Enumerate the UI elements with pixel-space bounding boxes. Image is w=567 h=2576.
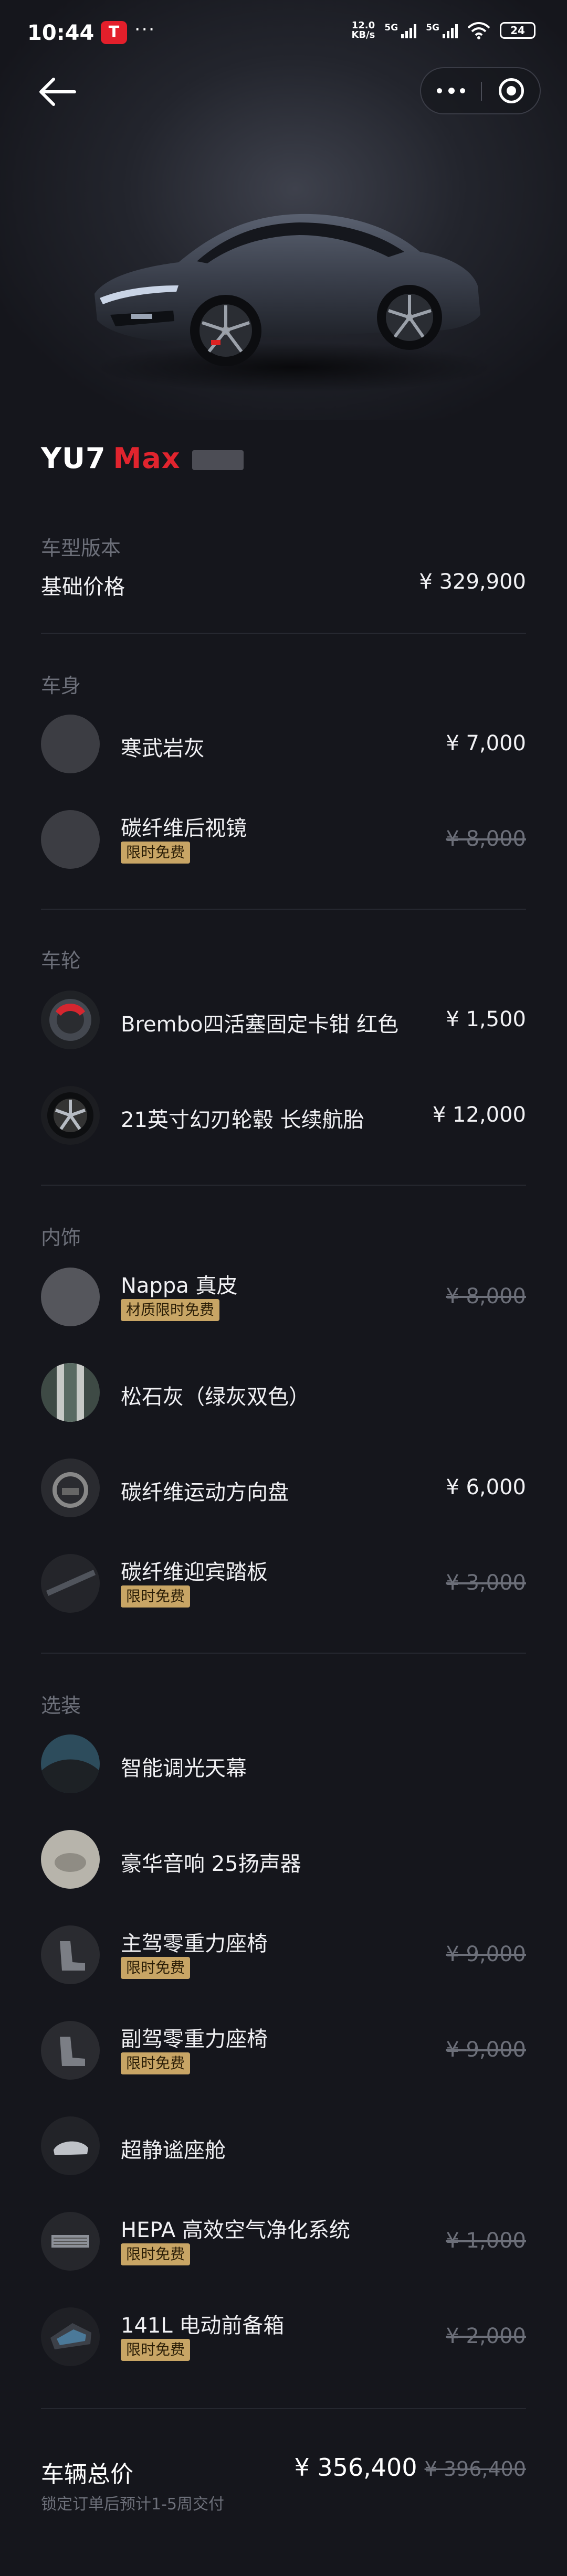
total-price-current: ¥ 356,400: [294, 2453, 417, 2482]
car-illustration: [94, 214, 494, 392]
section-title-version: 车型版本: [41, 537, 121, 560]
mini-program-capsule: [420, 67, 541, 114]
status-bar: 10:44 T ··· 12.0 KB/s 5G 5G 24: [0, 0, 567, 68]
signal-icon-1: 5G: [384, 23, 417, 38]
option-row-steering-wheel[interactable]: 碳纤维运动方向盘 ¥ 6,000: [41, 1459, 526, 1517]
divider: [41, 1653, 526, 1654]
option-row-driver-seat[interactable]: 主驾零重力座椅 限时免费 ¥ 9,000: [41, 1925, 526, 1984]
option-row-nappa[interactable]: Nappa 真皮 材质限时免费 ¥ 8,000: [41, 1268, 526, 1326]
total-label: 车辆总价: [41, 2461, 133, 2488]
passenger-seat-thumbnail: [41, 2021, 100, 2080]
total-price: ¥ 356,400 ¥ 396,400: [294, 2453, 526, 2482]
option-label: HEPA 高效空气净化系统: [121, 2218, 350, 2242]
delivery-note: 锁定订单后预计1-5周交付: [41, 2495, 224, 2514]
battery-icon: 24: [500, 22, 536, 39]
promo-tag: 限时免费: [121, 842, 191, 864]
option-row-passenger-seat[interactable]: 副驾零重力座椅 限时免费 ¥ 9,000: [41, 2021, 526, 2080]
section-title-options: 选装: [41, 1694, 81, 1717]
option-price: ¥ 12,000: [432, 1103, 526, 1127]
close-mini-program-button[interactable]: [482, 68, 541, 113]
option-price: ¥ 8,000: [446, 827, 526, 851]
section-title-wheels: 车轮: [41, 949, 81, 972]
app-notification-icon: T: [101, 21, 127, 44]
option-row-rims[interactable]: 21英寸幻刃轮毂 长续航胎 ¥ 12,000: [41, 1086, 526, 1145]
divider: [41, 633, 526, 634]
base-price-value: ¥ 329,900: [419, 570, 526, 594]
promo-tag: 材质限时免费: [121, 1299, 220, 1321]
status-time: 10:44: [27, 21, 94, 45]
interior-color-thumbnail: [41, 1363, 100, 1422]
option-price: ¥ 7,000: [446, 731, 526, 755]
promo-tag: 限时免费: [121, 2052, 191, 2074]
rim-thumbnail: [41, 1086, 100, 1145]
option-label: 主驾零重力座椅: [121, 1932, 268, 1956]
option-price: ¥ 1,000: [446, 2229, 526, 2253]
model-name: YU7 Max: [41, 442, 244, 475]
option-label: 豪华音响 25扬声器: [121, 1852, 301, 1876]
promo-tag: 限时免费: [121, 2339, 191, 2361]
air-filter-thumbnail: [41, 2212, 100, 2271]
total-price-original: ¥ 396,400: [424, 2457, 526, 2481]
more-options-button[interactable]: [421, 68, 481, 113]
base-price-label: 基础价格: [41, 575, 125, 599]
quiet-cabin-thumbnail: [41, 2116, 100, 2175]
option-label: 智能调光天幕: [121, 1757, 247, 1781]
base-price-row: 基础价格 ¥ 329,900: [41, 568, 526, 599]
option-row-audio[interactable]: 豪华音响 25扬声器: [41, 1830, 526, 1889]
wifi-icon: [467, 22, 490, 39]
option-price: ¥ 8,000: [446, 1284, 526, 1308]
option-label: 碳纤维运动方向盘: [121, 1481, 289, 1505]
option-label: Brembo四活塞固定卡钳 红色: [121, 1013, 399, 1037]
option-price: ¥ 9,000: [446, 2038, 526, 2062]
steering-wheel-thumbnail: [41, 1459, 100, 1517]
option-price: ¥ 9,000: [446, 1942, 526, 1966]
caliper-thumbnail: [41, 991, 100, 1049]
back-arrow-icon[interactable]: [37, 73, 79, 110]
mirror-thumbnail: [41, 810, 100, 869]
option-price: ¥ 1,500: [446, 1007, 526, 1031]
sunroof-thumbnail: [41, 1734, 100, 1793]
leather-thumbnail: [41, 1268, 100, 1326]
option-label: 141L 电动前备箱: [121, 2314, 285, 2338]
sill-thumbnail: [41, 1554, 100, 1613]
option-row-quiet-cabin[interactable]: 超静谧座舱: [41, 2116, 526, 2175]
option-row-color[interactable]: 寒武岩灰 ¥ 7,000: [41, 715, 526, 773]
option-label: 副驾零重力座椅: [121, 2027, 268, 2051]
divider: [41, 909, 526, 910]
color-swatch-thumbnail: [41, 715, 100, 773]
option-label: 松石灰（绿灰双色）: [121, 1385, 310, 1409]
option-label: 碳纤维迎宾踏板: [121, 1560, 268, 1584]
option-price: ¥ 3,000: [446, 1571, 526, 1595]
option-row-frunk[interactable]: 141L 电动前备箱 限时免费 ¥ 2,000: [41, 2307, 526, 2366]
speaker-thumbnail: [41, 1830, 100, 1889]
driver-seat-thumbnail: [41, 1925, 100, 1984]
status-more-icon: ···: [134, 19, 156, 40]
option-label: 碳纤维后视镜: [121, 816, 247, 840]
option-price: ¥ 6,000: [446, 1475, 526, 1499]
section-title-body: 车身: [41, 674, 81, 697]
option-price: ¥ 2,000: [446, 2324, 526, 2348]
option-label: Nappa 真皮: [121, 1274, 238, 1298]
option-row-hepa[interactable]: HEPA 高效空气净化系统 限时免费 ¥ 1,000: [41, 2212, 526, 2271]
promo-tag: 限时免费: [121, 1585, 191, 1608]
option-label: 超静谧座舱: [121, 2138, 226, 2163]
option-label: 21英寸幻刃轮毂 长续航胎: [121, 1108, 364, 1132]
divider: [41, 2408, 526, 2409]
network-speed: 12.0 KB/s: [351, 20, 375, 40]
option-row-sill[interactable]: 碳纤维迎宾踏板 限时免费 ¥ 3,000: [41, 1554, 526, 1613]
redacted-badge: [192, 450, 244, 470]
option-row-caliper[interactable]: Brembo四活塞固定卡钳 红色 ¥ 1,500: [41, 991, 526, 1049]
frunk-thumbnail: [41, 2307, 100, 2366]
signal-icon-2: 5G: [426, 23, 458, 38]
option-row-mirror[interactable]: 碳纤维后视镜 限时免费 ¥ 8,000: [41, 810, 526, 869]
section-title-interior: 内饰: [41, 1226, 81, 1249]
option-row-pine-grey[interactable]: 松石灰（绿灰双色）: [41, 1363, 526, 1422]
promo-tag: 限时免费: [121, 2243, 191, 2265]
option-label: 寒武岩灰: [121, 737, 205, 761]
option-row-roof[interactable]: 智能调光天幕: [41, 1734, 526, 1793]
divider: [41, 1185, 526, 1186]
promo-tag: 限时免费: [121, 1957, 191, 1979]
